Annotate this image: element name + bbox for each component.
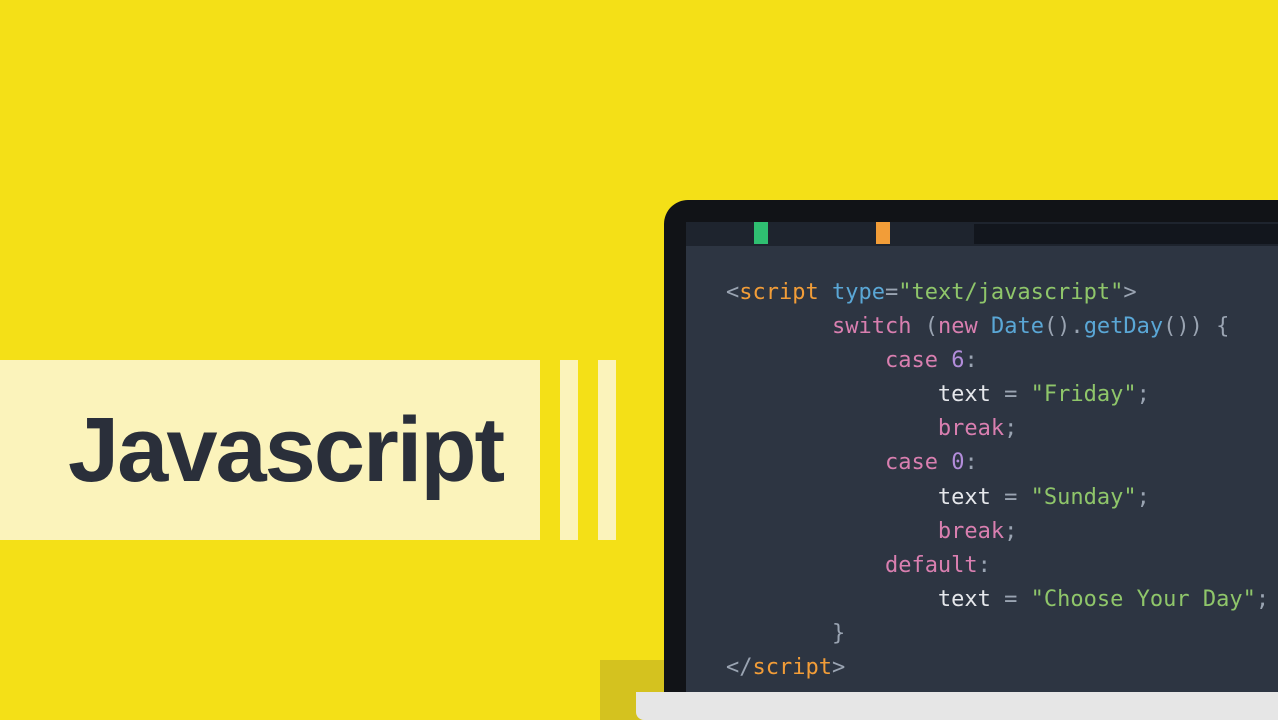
code-token	[1017, 382, 1030, 407]
laptop-frame: <script type="text/javascript"> switch (…	[664, 200, 1278, 692]
decorative-stripe	[560, 360, 578, 540]
code-token: >	[1123, 280, 1136, 305]
code-token: ().	[1044, 314, 1084, 339]
code-token: >	[832, 655, 845, 680]
page-title: Javascript	[68, 398, 503, 503]
code-token	[726, 553, 885, 578]
code-token: 0	[951, 450, 964, 475]
code-token: ;	[1137, 382, 1150, 407]
code-token	[911, 314, 924, 339]
code-token	[819, 280, 832, 305]
code-token	[1017, 587, 1030, 612]
code-token: ;	[1004, 416, 1017, 441]
laptop-base	[636, 692, 1278, 720]
code-token: "Sunday"	[1031, 485, 1137, 510]
code-editor-screen: <script type="text/javascript"> switch (…	[686, 222, 1278, 692]
code-token	[1017, 485, 1030, 510]
code-token: ()) {	[1163, 314, 1229, 339]
code-token: getDay	[1084, 314, 1163, 339]
code-token	[726, 314, 832, 339]
code-token	[726, 348, 885, 373]
code-token	[726, 416, 938, 441]
code-token: =	[1004, 382, 1017, 407]
code-token: text	[938, 485, 991, 510]
code-token: ;	[1004, 519, 1017, 544]
code-token	[991, 587, 1004, 612]
code-token: "text/javascript"	[898, 280, 1123, 305]
code-token: :	[964, 450, 977, 475]
tab-accent-icon	[754, 222, 768, 244]
code-token: break	[938, 519, 1004, 544]
code-token: break	[938, 416, 1004, 441]
code-token: :	[978, 553, 991, 578]
code-token: =	[1004, 485, 1017, 510]
code-token: case	[885, 450, 938, 475]
tab-accent-icon	[876, 222, 890, 244]
code-block: <script type="text/javascript"> switch (…	[686, 246, 1278, 685]
code-token: </	[726, 655, 753, 680]
code-token	[978, 314, 991, 339]
code-token: 6	[951, 348, 964, 373]
tab-empty-area	[974, 224, 1278, 244]
code-token: "Friday"	[1031, 382, 1137, 407]
code-token	[726, 519, 938, 544]
title-band: Javascript	[0, 360, 540, 540]
code-token: "Choose Your Day"	[1031, 587, 1256, 612]
code-token	[991, 485, 1004, 510]
code-token: script	[753, 655, 832, 680]
code-token	[726, 450, 885, 475]
code-token	[726, 382, 938, 407]
code-token: script	[739, 280, 818, 305]
code-token: text	[938, 587, 991, 612]
code-token: <	[726, 280, 739, 305]
editor-tab-bar	[686, 222, 1278, 246]
code-token	[938, 450, 951, 475]
code-token: ;	[1256, 587, 1269, 612]
code-token: text	[938, 382, 991, 407]
code-token: :	[964, 348, 977, 373]
code-token: (	[925, 314, 938, 339]
code-token: default	[885, 553, 978, 578]
code-token	[991, 382, 1004, 407]
code-token: case	[885, 348, 938, 373]
code-token: ;	[1137, 485, 1150, 510]
code-token: =	[885, 280, 898, 305]
code-token: Date	[991, 314, 1044, 339]
code-token	[726, 621, 832, 646]
code-token: }	[832, 621, 845, 646]
code-token: =	[1004, 587, 1017, 612]
code-token	[938, 348, 951, 373]
code-token	[726, 587, 938, 612]
code-token: type	[832, 280, 885, 305]
code-token: new	[938, 314, 978, 339]
laptop-illustration: <script type="text/javascript"> switch (…	[664, 200, 1278, 720]
code-token: switch	[832, 314, 911, 339]
code-token	[726, 485, 938, 510]
decorative-stripe	[598, 360, 616, 540]
